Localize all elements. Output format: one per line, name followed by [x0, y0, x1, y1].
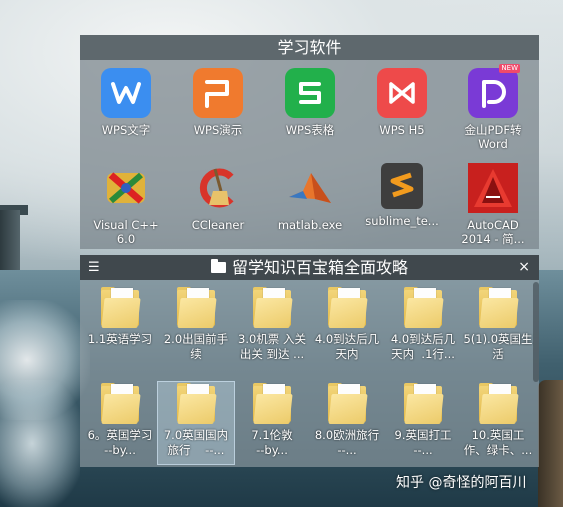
app-ccleaner[interactable]: CCleaner	[172, 163, 264, 232]
close-icon[interactable]: ×	[518, 255, 530, 280]
kingsoft-pdf-icon: NEW	[468, 64, 520, 118]
folder-icon	[475, 382, 521, 426]
app-label: Visual C++ 6.0	[93, 218, 159, 246]
app-wps-presentation[interactable]: WPS演示	[172, 68, 264, 137]
app-wps-h5[interactable]: WPS H5	[356, 68, 448, 137]
folder-item[interactable]: 7.0英国国内 旅行 --...	[157, 381, 235, 465]
folder-item[interactable]: 1.1英语学习	[82, 286, 158, 368]
folder-label: 5(1).0英国生 活	[463, 332, 533, 361]
folder-icon	[97, 286, 143, 330]
folder-label: 4.0到达后几 天内 .1行...	[390, 332, 456, 361]
sublime-text-icon	[381, 163, 423, 209]
folder-item[interactable]: 7.1伦敦 --by...	[234, 382, 310, 464]
folder-item[interactable]: 4.0到达后几 天内	[309, 286, 385, 368]
fence-study-abroad-titlebar[interactable]: ☰ 留学知识百宝箱全面攻略 ×	[80, 255, 539, 280]
app-wps-spreadsheet[interactable]: WPS表格	[264, 68, 356, 137]
folder-item[interactable]: 2.0出国前手 续	[158, 286, 234, 368]
app-sublime-text[interactable]: sublime_te...	[356, 163, 448, 228]
app-wps-writer[interactable]: WPS文字	[80, 68, 172, 137]
app-label: matlab.exe	[277, 218, 343, 232]
folder-item[interactable]: 6。英国学习 --by...	[82, 382, 158, 464]
wps-h5-icon	[377, 68, 427, 118]
wps-presentation-icon	[193, 68, 243, 118]
wps-spreadsheet-icon	[285, 68, 335, 118]
app-kingsoft-pdf[interactable]: NEW 金山PDF转 Word	[447, 64, 539, 151]
app-label: AutoCAD 2014 - 简...	[461, 218, 525, 246]
folder-item[interactable]: 5(1).0英国生 活	[460, 286, 536, 368]
app-matlab[interactable]: matlab.exe	[264, 163, 356, 232]
folder-label: 9.英国打工 --...	[394, 428, 452, 457]
fence-study-abroad[interactable]: ☰ 留学知识百宝箱全面攻略 × 1.1英语学习 2.0出国前手 续 3.0机票 入关…	[80, 255, 539, 467]
folder-icon	[249, 382, 295, 426]
app-label: 金山PDF转 Word	[464, 123, 522, 151]
app-visual-cpp[interactable]: Visual C++ 6.0	[80, 163, 172, 246]
folder-label: 10.英国工 作、绿卡、...	[463, 428, 533, 457]
app-label: WPS文字	[101, 123, 151, 137]
folder-icon	[400, 286, 446, 330]
autocad-icon	[468, 163, 518, 213]
app-label: sublime_te...	[365, 214, 439, 228]
app-label: CCleaner	[191, 218, 245, 232]
folder-icon	[173, 286, 219, 330]
wallpaper-foam-lower	[0, 380, 80, 507]
folder-icon	[173, 382, 219, 426]
fence-study-abroad-title: 留学知识百宝箱全面攻略	[231, 258, 408, 277]
menu-icon[interactable]: ☰	[88, 255, 100, 280]
app-label: WPS H5	[379, 123, 425, 137]
matlab-icon	[285, 163, 335, 213]
wps-writer-icon	[101, 68, 151, 118]
folder-label: 3.0机票 入关 出关 到达 ...	[238, 332, 306, 361]
folder-item[interactable]: 4.0到达后几 天内 .1行...	[385, 286, 461, 368]
app-label: WPS演示	[193, 123, 243, 137]
folder-item[interactable]: 9.英国打工 --...	[385, 382, 461, 464]
folder-label: 8.0欧洲旅行 --...	[314, 428, 380, 457]
folder-icon	[210, 259, 226, 273]
folder-icon	[249, 286, 295, 330]
folder-icon	[324, 286, 370, 330]
fence-software[interactable]: 学习软件 WPS文字 WPS演示 WPS表格 WPS H5 NEW 金山PDF转…	[80, 35, 539, 249]
new-badge: NEW	[499, 64, 520, 73]
folder-item[interactable]: 8.0欧洲旅行 --...	[309, 382, 385, 464]
folder-icon	[400, 382, 446, 426]
folder-label: 6。英国学习 --by...	[87, 428, 153, 457]
wallpaper-rock	[538, 380, 563, 507]
app-autocad[interactable]: AutoCAD 2014 - 简...	[447, 163, 539, 246]
folder-label: 1.1英语学习	[87, 332, 153, 346]
folder-icon	[475, 286, 521, 330]
folder-label: 2.0出国前手 续	[163, 332, 229, 361]
visual-cpp-icon	[101, 163, 151, 213]
folder-icon	[97, 382, 143, 426]
folder-label: 4.0到达后几 天内	[314, 332, 380, 361]
ccleaner-icon	[193, 163, 243, 213]
folder-label: 7.1伦敦 --by...	[251, 428, 293, 457]
folder-label: 7.0英国国内 旅行 --...	[163, 428, 229, 457]
app-label: WPS表格	[285, 123, 335, 137]
fence-software-title[interactable]: 学习软件	[80, 35, 539, 60]
folder-icon	[324, 382, 370, 426]
folder-item[interactable]: 3.0机票 入关 出关 到达 ...	[234, 286, 310, 368]
watermark: 知乎 @奇怪的阿百川	[396, 475, 527, 491]
folder-item[interactable]: 10.英国工 作、绿卡、...	[460, 382, 536, 464]
